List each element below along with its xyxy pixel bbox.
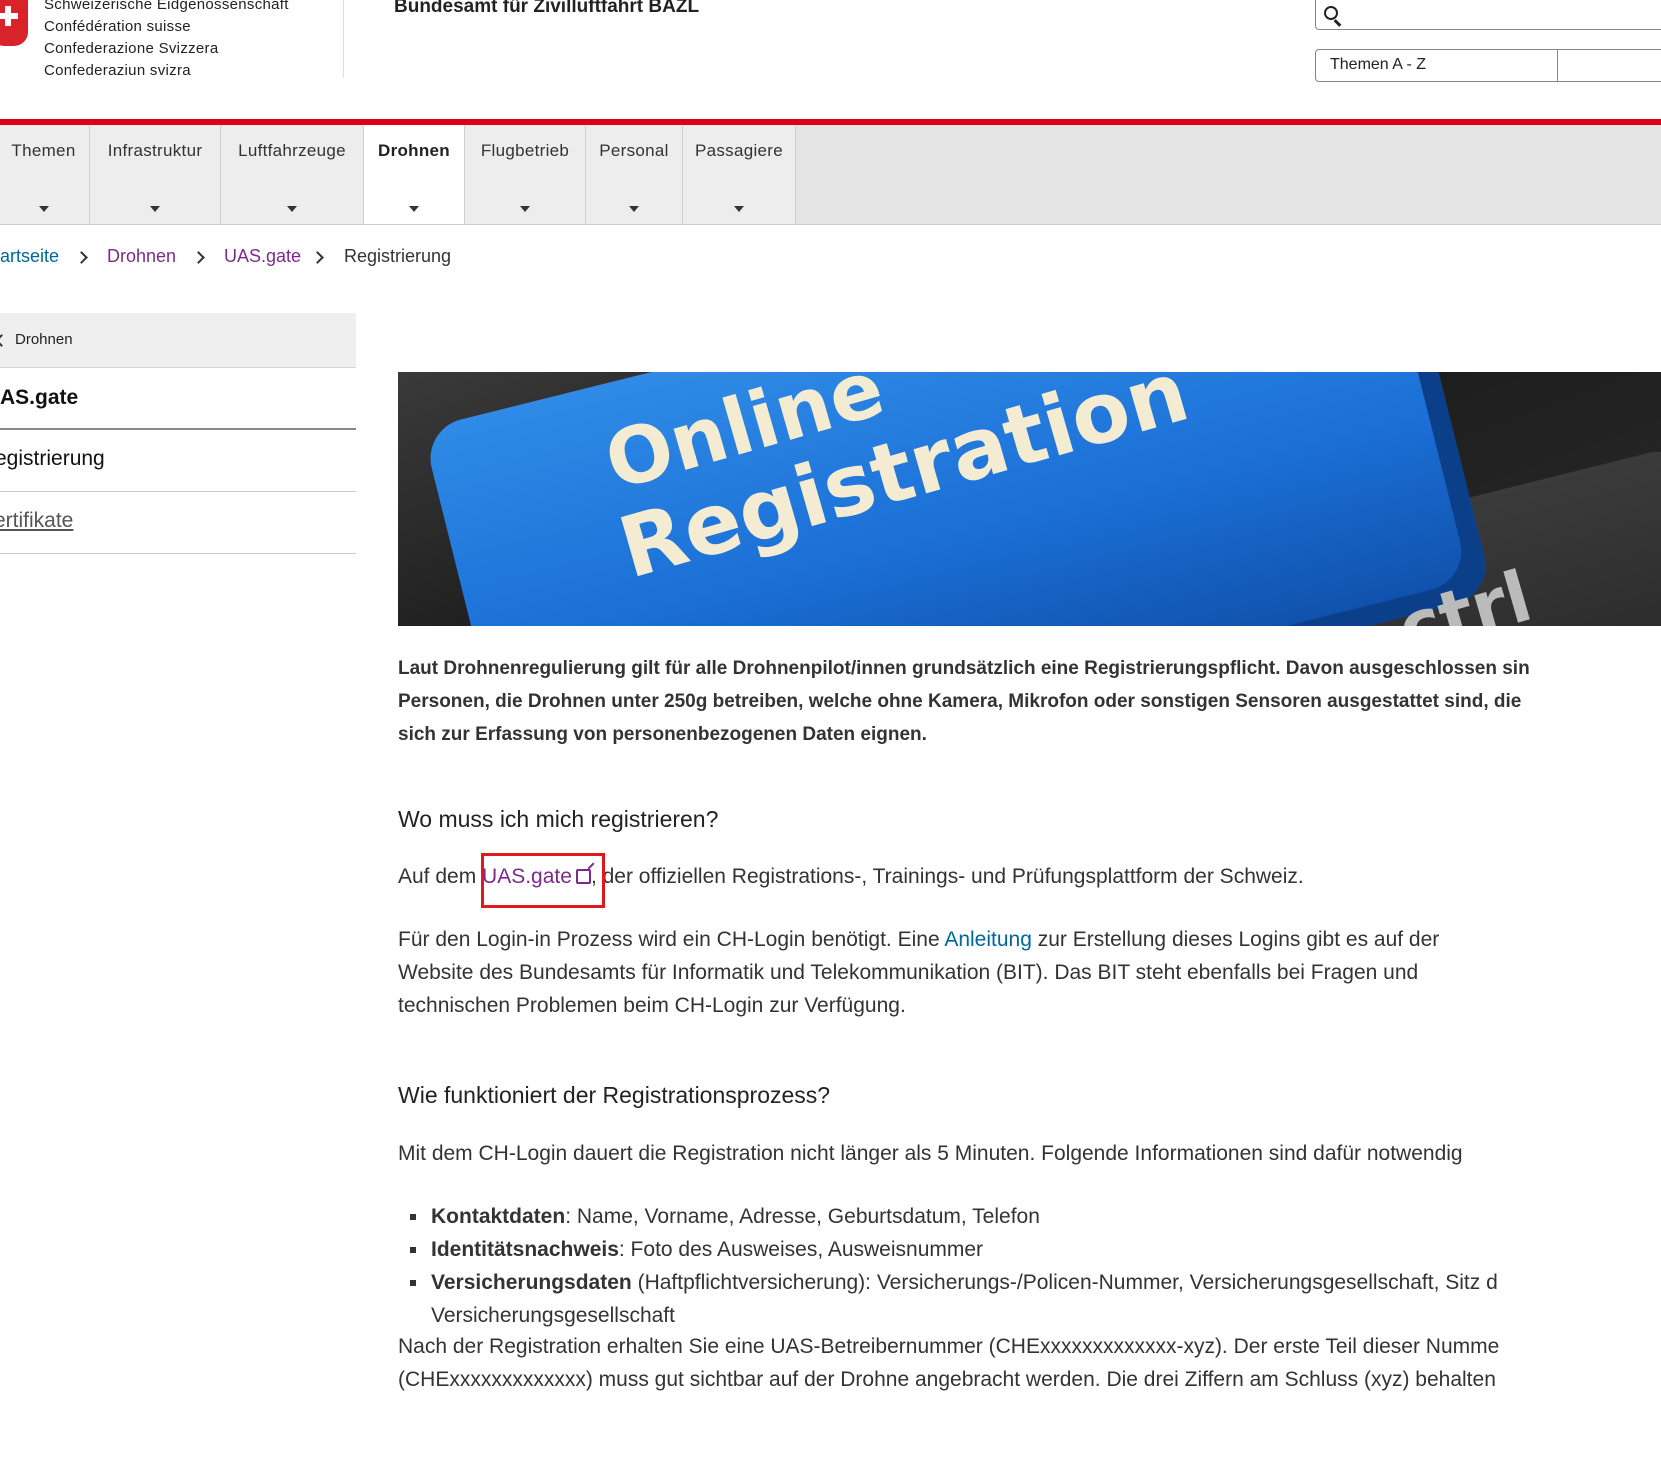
lead-paragraph: Laut Drohnenregulierung gilt für alle Dr…	[398, 652, 1661, 751]
list-item-continuation: Versicherungsgesellschaft	[431, 1304, 675, 1327]
swiss-flag-logo[interactable]	[0, 0, 28, 46]
nav-item-label: Flugbetrieb	[480, 141, 570, 160]
chevron-right-icon	[75, 251, 88, 264]
confederation-name-fr: Confédération suisse	[44, 18, 191, 35]
lead-line: sich zur Erfassung von personenbezogenen…	[398, 724, 927, 745]
header-divider	[343, 0, 344, 78]
nav-item-label: Passagiere	[694, 141, 784, 160]
sidebar-item-zertifikate[interactable]: ertifikate	[0, 492, 356, 554]
lead-line: Personen, die Drohnen unter 250g betreib…	[398, 691, 1522, 712]
caret-down-icon	[520, 206, 530, 212]
text: (CHExxxxxxxxxxxxx) muss gut sichtbar auf…	[398, 1368, 1496, 1391]
office-title[interactable]: Bundesamt für Zivilluftfahrt BAZL	[394, 0, 699, 18]
sidebar-back-link[interactable]: Drohnen	[0, 313, 356, 368]
main-nav: Themen Infrastruktur Luftfahrzeuge Drohn…	[0, 125, 1661, 225]
confederation-name-rm: Confederaziun svizra	[44, 62, 191, 79]
caret-down-icon	[629, 206, 639, 212]
text: Website des Bundesamts für Informatik un…	[398, 961, 1419, 984]
breadcrumb-uas-gate-link[interactable]: UAS.gate	[224, 246, 301, 267]
themen-az-dropdown-button[interactable]	[1559, 50, 1661, 81]
confederation-name-it: Confederazione Svizzera	[44, 40, 219, 57]
site-header: Schweizerische Eidgenossenschaft Confédé…	[0, 0, 1661, 125]
bullet-icon	[410, 1247, 416, 1253]
confederation-names: Schweizerische Eidgenossenschaft Confédé…	[44, 0, 289, 82]
caret-down-icon	[38, 206, 49, 212]
required-info-list: Kontaktdaten: Name, Vorname, Adresse, Ge…	[398, 1200, 1498, 1332]
caret-down-icon	[734, 206, 744, 212]
list-term: Identitätsnachweis	[431, 1238, 619, 1261]
heading-where-register: Wo muss ich mich registrieren?	[398, 806, 719, 832]
text: Für den Login-in Prozess wird ein CH-Log…	[398, 928, 945, 951]
nav-item-label: Luftfahrzeuge	[238, 141, 346, 160]
sidebar-back-label: Drohnen	[15, 331, 73, 348]
anleitung-link[interactable]: Anleitung	[944, 928, 1032, 951]
list-term: Versicherungsdaten	[431, 1271, 632, 1294]
sidebar-item-label: egistrierung	[0, 447, 105, 470]
hero-image: Online Registration ctrl	[398, 372, 1661, 626]
paragraph-ch-login: Für den Login-in Prozess wird ein CH-Log…	[398, 923, 1439, 1022]
bullet-icon	[410, 1280, 416, 1286]
list-text: : Foto des Ausweises, Ausweisnummer	[618, 1238, 984, 1261]
nav-item-label: Personal	[599, 141, 669, 160]
nav-item-label: Infrastruktur	[107, 141, 203, 160]
chevron-left-icon	[0, 334, 8, 347]
bullet-icon	[410, 1214, 416, 1220]
nav-item-personal[interactable]: Personal	[586, 125, 683, 224]
heading-registration-process: Wie funktioniert der Registrationsprozes…	[398, 1082, 831, 1108]
nav-item-infrastruktur[interactable]: Infrastruktur	[90, 125, 221, 224]
sidebar-item-registrierung[interactable]: egistrierung	[0, 430, 356, 492]
lead-line: Laut Drohnenregulierung gilt für alle Dr…	[398, 658, 1530, 679]
nav-item-themen[interactable]: Themen	[0, 125, 90, 224]
list-item: Versicherungsdaten (Haftpflichtversicher…	[398, 1266, 1498, 1299]
search-input[interactable]	[1315, 0, 1661, 30]
chevron-right-icon	[311, 251, 324, 264]
nav-item-luftfahrzeuge[interactable]: Luftfahrzeuge	[221, 125, 364, 224]
chevron-right-icon	[192, 251, 205, 264]
list-item: Identitätsnachweis: Foto des Ausweises, …	[398, 1233, 1498, 1266]
nav-item-drohnen[interactable]: Drohnen	[364, 125, 465, 224]
paragraph-operator-number: Nach der Registration erhalten Sie eine …	[398, 1330, 1499, 1396]
text: , der offiziellen Registrations-, Traini…	[590, 865, 1304, 888]
search-icon[interactable]	[1324, 6, 1338, 20]
sidebar-item-label: AS.gate	[0, 386, 79, 409]
sidebar-item-uas-gate[interactable]: AS.gate	[0, 368, 356, 430]
paragraph-process-intro: Mit dem CH-Login dauert die Registration…	[398, 1142, 1463, 1165]
themen-az-label: Themen A - Z	[1330, 56, 1427, 73]
themen-az-divider	[1557, 50, 1558, 81]
caret-down-icon	[409, 206, 419, 212]
themen-az-select[interactable]: Themen A - Z	[1315, 49, 1661, 82]
breadcrumb-current: Registrierung	[344, 246, 452, 266]
breadcrumb-home-link[interactable]: artseite	[0, 246, 59, 267]
text: Nach der Registration erhalten Sie eine …	[398, 1335, 1500, 1358]
nav-item-label: Themen	[11, 141, 76, 160]
nav-item-flugbetrieb[interactable]: Flugbetrieb	[465, 125, 586, 224]
list-term: Kontaktdaten	[431, 1205, 566, 1228]
text: technischen Problemen beim CH-Login zur …	[398, 994, 906, 1017]
nav-item-passagiere[interactable]: Passagiere	[683, 125, 796, 224]
list-text: (Haftpflichtversicherung): Versicherungs…	[631, 1271, 1498, 1294]
caret-down-icon	[150, 206, 160, 212]
text: Auf dem	[398, 865, 483, 888]
text: zur Erstellung dieses Logins gibt es auf…	[1031, 928, 1440, 951]
confederation-name-de: Schweizerische Eidgenossenschaft	[44, 0, 289, 13]
list-text: : Name, Vorname, Adresse, Geburtsdatum, …	[565, 1205, 1040, 1228]
uas-gate-link-highlight	[481, 853, 605, 908]
nav-item-label: Drohnen	[378, 141, 450, 160]
list-item: Kontaktdaten: Name, Vorname, Adresse, Ge…	[398, 1200, 1498, 1233]
caret-down-icon	[287, 206, 297, 212]
sidebar-item-label: ertifikate	[0, 509, 74, 532]
breadcrumb-drohnen-link[interactable]: Drohnen	[107, 246, 176, 267]
